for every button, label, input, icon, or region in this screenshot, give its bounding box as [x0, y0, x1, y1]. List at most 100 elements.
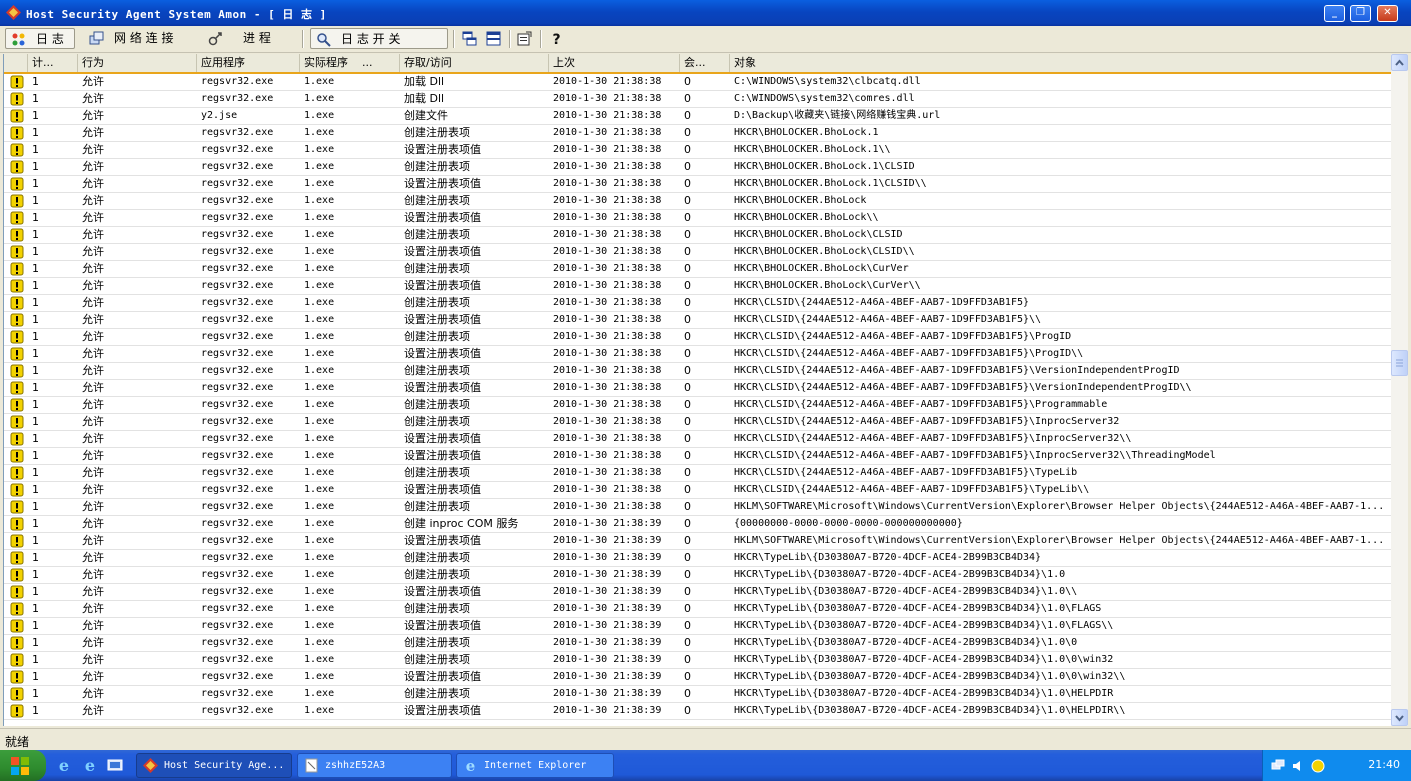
tile-windows-button[interactable] — [459, 28, 481, 49]
table-row[interactable]: 1 允许 regsvr32.exe 1.exe 设置注册表项值 2010-1-30 21:… — [4, 380, 1392, 397]
show-desktop-icon[interactable] — [107, 757, 123, 773]
scroll-thumb[interactable] — [1391, 350, 1408, 376]
table-row[interactable]: 1 允许 regsvr32.exe 1.exe 创建注册表项 2010-1-30 21:3… — [4, 686, 1392, 703]
table-row[interactable]: 1 允许 regsvr32.exe 1.exe 创建注册表项 2010-1-30 21:3… — [4, 567, 1392, 584]
table-row[interactable]: 1 允许 y2.jse 1.exe 创建文件 2010-1-30 21:38:38 0 D:\… — [4, 108, 1392, 125]
table-row[interactable]: 1 允许 regsvr32.exe 1.exe 创建注册表项 2010-1-30 21:3… — [4, 635, 1392, 652]
scroll-up-button[interactable] — [1391, 54, 1408, 71]
table-row[interactable]: 1 允许 regsvr32.exe 1.exe 设置注册表项值 2010-1-30 21:… — [4, 176, 1392, 193]
list-header: 计... 行为 应用程序 实际程序 ... 存取/访问 上次 会... 对象 — [4, 54, 1392, 74]
cell-actual-program: 1.exe — [304, 416, 335, 427]
cell-count: 1 — [32, 228, 39, 241]
table-row[interactable]: 1 允许 regsvr32.exe 1.exe 创建注册表项 2010-1-30 21:3… — [4, 261, 1392, 278]
table-row[interactable]: 1 允许 regsvr32.exe 1.exe 设置注册表项值 2010-1-30 21:… — [4, 278, 1392, 295]
table-row[interactable]: 1 允许 regsvr32.exe 1.exe 创建注册表项 2010-1-30 21:3… — [4, 295, 1392, 312]
start-button[interactable] — [0, 750, 46, 781]
column-header-session[interactable]: 会... — [680, 54, 730, 72]
cell-object: HKCR\CLSID\{244AE512-A46A-4BEF-AAB7-1D9F… — [734, 484, 1090, 495]
column-header-icon[interactable] — [4, 54, 28, 72]
cell-count: 1 — [32, 160, 39, 173]
clock[interactable]: 21:40 — [1368, 758, 1400, 771]
table-row[interactable]: 1 允许 regsvr32.exe 1.exe 设置注册表项值 2010-1-30 21:… — [4, 210, 1392, 227]
table-row[interactable]: 1 允许 regsvr32.exe 1.exe 创建注册表项 2010-1-30 21:3… — [4, 601, 1392, 618]
cell-count: 1 — [32, 313, 39, 326]
column-header-actual-program[interactable]: 实际程序 ... — [300, 54, 400, 72]
table-row[interactable]: 1 允许 regsvr32.exe 1.exe 创建注册表项 2010-1-30 21:3… — [4, 159, 1392, 176]
title-bar[interactable]: Host Security Agent System Amon - [ 日 志 … — [0, 0, 1411, 26]
table-row[interactable]: 1 允许 regsvr32.exe 1.exe 创建注册表项 2010-1-30 21:3… — [4, 414, 1392, 431]
cell-actual-program: 1.exe — [304, 586, 335, 597]
column-header-object[interactable]: 对象 — [730, 54, 1392, 72]
network-tray-icon[interactable] — [1271, 759, 1285, 773]
cell-count: 1 — [32, 415, 39, 428]
cell-session: 0 — [684, 551, 691, 564]
close-button[interactable]: ✕ — [1377, 5, 1398, 22]
table-row[interactable]: 1 允许 regsvr32.exe 1.exe 设置注册表项值 2010-1-30 21:… — [4, 346, 1392, 363]
column-header-application[interactable]: 应用程序 — [197, 54, 300, 72]
table-row[interactable]: 1 允许 regsvr32.exe 1.exe 设置注册表项值 2010-1-30 21:… — [4, 669, 1392, 686]
split-view-button[interactable] — [483, 28, 505, 49]
table-row[interactable]: 1 允许 regsvr32.exe 1.exe 创建注册表项 2010-1-30 21:3… — [4, 193, 1392, 210]
cell-count: 1 — [32, 381, 39, 394]
warning-icon — [10, 517, 24, 531]
process-icon — [208, 32, 222, 46]
taskbar: e e Host Security Age... zshhzE52A3 e In… — [0, 750, 1411, 781]
scroll-down-button[interactable] — [1391, 709, 1408, 726]
table-row[interactable]: 1 允许 regsvr32.exe 1.exe 设置注册表项值 2010-1-30 21:… — [4, 312, 1392, 329]
cell-session: 0 — [684, 500, 691, 513]
table-row[interactable]: 1 允许 regsvr32.exe 1.exe 设置注册表项值 2010-1-30 21:… — [4, 142, 1392, 159]
help-button[interactable]: ? — [546, 28, 568, 49]
table-row[interactable]: 1 允许 regsvr32.exe 1.exe 设置注册表项值 2010-1-30 21:… — [4, 431, 1392, 448]
table-row[interactable]: 1 允许 regsvr32.exe 1.exe 创建注册表项 2010-1-30 21:3… — [4, 465, 1392, 482]
table-row[interactable]: 1 允许 regsvr32.exe 1.exe 加载 Dll 2010-1-30 21:3… — [4, 74, 1392, 91]
table-row[interactable]: 1 允许 regsvr32.exe 1.exe 创建 inproc COM 服务 2010… — [4, 516, 1392, 533]
table-row[interactable]: 1 允许 regsvr32.exe 1.exe 创建注册表项 2010-1-30 21:3… — [4, 499, 1392, 516]
cell-object: HKCR\TypeLib\{D30380A7-B720-4DCF-ACE4-2B… — [734, 671, 1126, 682]
toolbar-separator — [540, 30, 542, 48]
table-row[interactable]: 1 允许 regsvr32.exe 1.exe 创建注册表项 2010-1-30 21:3… — [4, 550, 1392, 567]
restore-button[interactable]: ❐ — [1350, 5, 1371, 22]
vertical-scrollbar[interactable] — [1391, 54, 1408, 726]
properties-button[interactable] — [514, 28, 536, 49]
table-row[interactable]: 1 允许 regsvr32.exe 1.exe 设置注册表项值 2010-1-30 21:… — [4, 618, 1392, 635]
taskbar-item-document[interactable]: zshhzE52A3 — [297, 753, 452, 778]
table-row[interactable]: 1 允许 regsvr32.exe 1.exe 设置注册表项值 2010-1-30 21:… — [4, 584, 1392, 601]
log-switch-button[interactable]: 日 志 开 关 — [310, 28, 448, 49]
column-header-count[interactable]: 计... — [28, 54, 78, 72]
table-row[interactable]: 1 允许 regsvr32.exe 1.exe 创建注册表项 2010-1-30 21:3… — [4, 125, 1392, 142]
taskbar-item-amon[interactable]: Host Security Age... — [136, 753, 292, 778]
cell-application: regsvr32.exe — [201, 399, 274, 410]
minimize-button[interactable]: _ — [1324, 5, 1345, 22]
table-row[interactable]: 1 允许 regsvr32.exe 1.exe 创建注册表项 2010-1-30 21:3… — [4, 397, 1392, 414]
log-list[interactable]: 计... 行为 应用程序 实际程序 ... 存取/访问 上次 会... 对象 1… — [3, 54, 1392, 726]
volume-tray-icon[interactable] — [1291, 759, 1305, 773]
table-row[interactable]: 1 允许 regsvr32.exe 1.exe 设置注册表项值 2010-1-30 21:… — [4, 482, 1392, 499]
taskbar-item-ie[interactable]: e Internet Explorer — [456, 753, 614, 778]
process-button[interactable]: 进 程 — [203, 28, 283, 49]
table-row[interactable]: 1 允许 regsvr32.exe 1.exe 加载 Dll 2010-1-30 21:3… — [4, 91, 1392, 108]
ie-icon[interactable]: e — [82, 757, 98, 773]
cell-action: 允许 — [82, 194, 104, 207]
table-row[interactable]: 1 允许 regsvr32.exe 1.exe 设置注册表项值 2010-1-30 21:… — [4, 244, 1392, 261]
table-row[interactable]: 1 允许 regsvr32.exe 1.exe 创建注册表项 2010-1-30 21:3… — [4, 329, 1392, 346]
table-row[interactable]: 1 允许 regsvr32.exe 1.exe 创建注册表项 2010-1-30 21:3… — [4, 227, 1392, 244]
cell-object: HKCR\TypeLib\{D30380A7-B720-4DCF-ACE4-2B… — [734, 637, 1078, 648]
network-connections-button[interactable]: 网 络 连 接 — [84, 28, 194, 49]
log-tab-button[interactable]: 日 志 — [5, 28, 75, 49]
column-header-access[interactable]: 存取/访问 — [400, 54, 549, 72]
cell-count: 1 — [32, 687, 39, 700]
cell-application: regsvr32.exe — [201, 348, 274, 359]
column-header-action[interactable]: 行为 — [78, 54, 197, 72]
table-row[interactable]: 1 允许 regsvr32.exe 1.exe 创建注册表项 2010-1-30 21:3… — [4, 652, 1392, 669]
table-row[interactable]: 1 允许 regsvr32.exe 1.exe 创建注册表项 2010-1-30 21:3… — [4, 363, 1392, 380]
cell-count: 1 — [32, 568, 39, 581]
column-header-last[interactable]: 上次 — [549, 54, 680, 72]
table-row[interactable]: 1 允许 regsvr32.exe 1.exe 设置注册表项值 2010-1-30 21:… — [4, 448, 1392, 465]
warning-icon — [10, 670, 24, 684]
cell-session: 0 — [684, 449, 691, 462]
cell-actual-program: 1.exe — [304, 280, 335, 291]
ie-icon[interactable]: e — [56, 757, 72, 773]
table-row[interactable]: 1 允许 regsvr32.exe 1.exe 设置注册表项值 2010-1-30 21:… — [4, 533, 1392, 550]
security-tray-icon[interactable] — [1311, 759, 1325, 773]
table-row[interactable]: 1 允许 regsvr32.exe 1.exe 设置注册表项值 2010-1-30 21:… — [4, 703, 1392, 720]
